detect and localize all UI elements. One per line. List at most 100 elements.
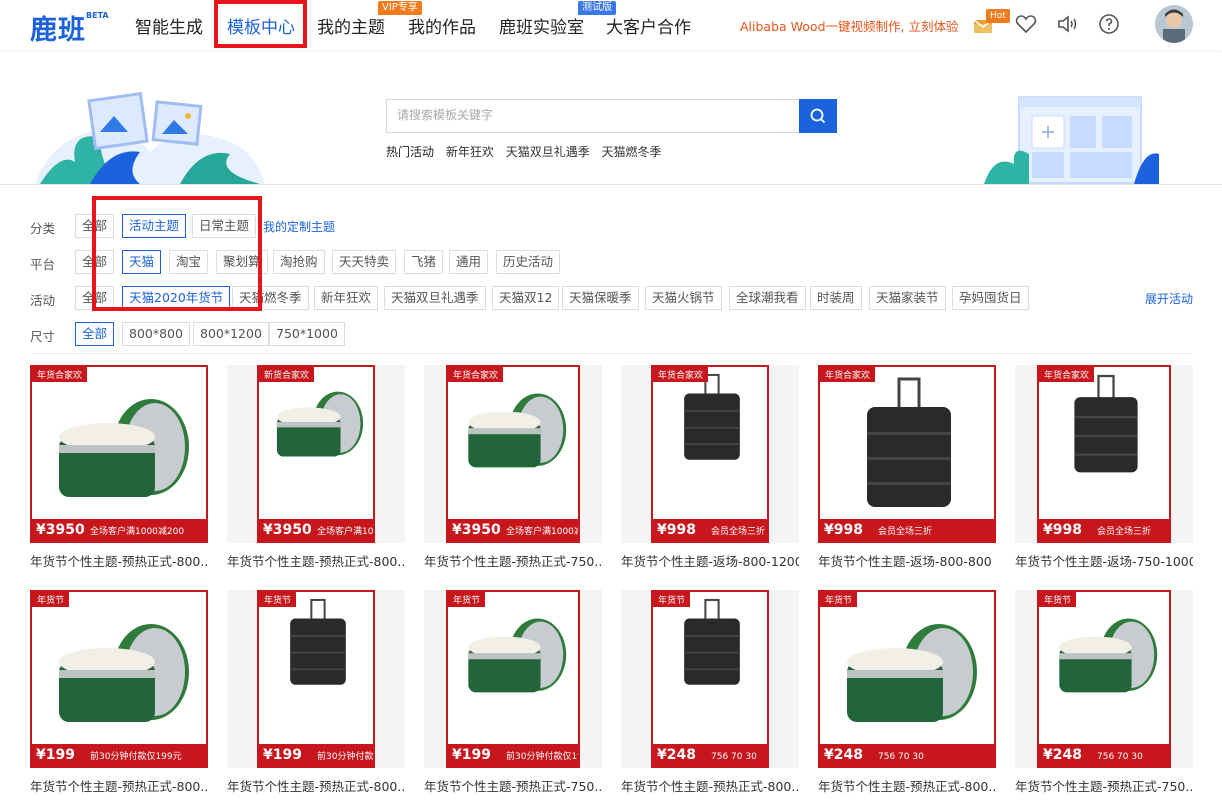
poster-price: ¥199 xyxy=(452,747,491,763)
nav-my-works[interactable]: 我的作品 xyxy=(408,13,476,38)
platform-taoqianggou[interactable]: 淘抢购 xyxy=(273,250,325,274)
platform-history[interactable]: 历史活动 xyxy=(496,250,561,274)
avatar[interactable] xyxy=(1155,5,1193,43)
poster-price: ¥998 xyxy=(824,522,863,538)
template-card[interactable]: 年货节 ¥199 前30分钟付款仅199元年货节个性主题-预热正式-800... xyxy=(30,590,208,794)
size-all[interactable]: 全部 xyxy=(75,322,115,346)
template-thumbnail[interactable]: 年货合家欢 ¥3950 全场客户满1000减200 xyxy=(30,365,208,543)
activity-shuangdan[interactable]: 天猫双旦礼遇季 xyxy=(384,286,486,310)
template-thumbnail[interactable]: 年货节 ¥248 756 70 30 xyxy=(818,590,996,768)
template-thumbnail[interactable]: 年货合家欢 ¥998 会员全场三折 xyxy=(1015,365,1193,543)
template-title[interactable]: 年货节个性主题-返场-800-800 xyxy=(818,551,996,570)
template-title[interactable]: 年货节个性主题-预热正式-750... xyxy=(424,776,602,795)
template-title[interactable]: 年货节个性主题-返场-800-1200 xyxy=(621,551,799,570)
template-thumbnail[interactable]: 年货节 ¥199 前30分钟付款仅199元 xyxy=(227,590,405,768)
beta-badge: BETA xyxy=(86,11,109,20)
nav-my-themes[interactable]: 我的主题 xyxy=(317,13,385,38)
promo-link[interactable]: Alibaba Wood一键视频制作, 立刻体验 xyxy=(740,16,958,35)
activity-double12[interactable]: 天猫双12 xyxy=(492,286,560,310)
heart-icon[interactable] xyxy=(1014,12,1038,36)
activity-warm-season[interactable]: 天猫保暖季 xyxy=(562,286,639,310)
poster-price-bar: ¥998 会员全场三折 xyxy=(820,519,994,541)
platform-tiantiantemai[interactable]: 天天特卖 xyxy=(332,250,397,274)
nav-smart-generate[interactable]: 智能生成 xyxy=(135,13,203,38)
template-card[interactable]: 年货节 ¥199 前30分钟付款仅199元年货节个性主题-预热正式-800... xyxy=(227,590,405,794)
template-thumbnail[interactable]: 年货节 ¥199 前30分钟付款仅199元 xyxy=(424,590,602,768)
template-card[interactable]: 年货节 ¥248 756 70 30 年货节个性主题-预热正式-800... xyxy=(818,590,996,794)
poster-price: ¥3950 xyxy=(36,522,85,538)
poster-price-bar: ¥998 会员全场三折 xyxy=(653,519,767,541)
template-title[interactable]: 年货节个性主题-预热正式-750... xyxy=(424,551,602,570)
logo[interactable]: 鹿班 xyxy=(30,8,86,47)
expand-activities-link[interactable]: 展开活动 xyxy=(1145,290,1193,307)
poster-price: ¥998 xyxy=(657,522,696,538)
platform-general[interactable]: 通用 xyxy=(449,250,489,274)
activity-global-trend[interactable]: 全球潮我看 xyxy=(729,286,806,310)
template-thumbnail[interactable]: 年货节 ¥248 756 70 30 xyxy=(1015,590,1193,768)
poster-promo-text: 前30分钟付款仅199元 xyxy=(317,752,374,762)
activity-hotpot[interactable]: 天猫火锅节 xyxy=(645,286,722,310)
poster-price-bar: ¥3950 全场客户满1000减200 xyxy=(32,519,206,541)
template-card[interactable]: 年货合家欢 ¥998 会员全场三折 年货节个性主题-返场-800-800 xyxy=(818,365,996,569)
template-title[interactable]: 年货节个性主题-返场-750-1000 xyxy=(1015,551,1193,570)
template-card[interactable]: 年货合家欢 ¥998 会员全场三折 年货节个性主题-返场-750-1000 xyxy=(1015,365,1193,569)
search-input[interactable] xyxy=(387,100,807,130)
cream-jar-icon xyxy=(468,618,567,693)
poster-price: ¥248 xyxy=(1043,747,1082,763)
template-thumbnail[interactable]: 年货合家欢 ¥3950 全场客户满1000减200 xyxy=(424,365,602,543)
template-title[interactable]: 年货节个性主题-预热正式-800... xyxy=(227,551,405,570)
template-thumbnail[interactable]: 新货合家欢 ¥3950 全场客户满1000减200 xyxy=(227,365,405,543)
size-800x1200[interactable]: 800*1200 xyxy=(193,322,269,346)
template-thumbnail[interactable]: 年货合家欢 ¥998 会员全场三折 xyxy=(621,365,799,543)
poster-tag: 年货合家欢 xyxy=(820,367,876,382)
activity-home-deco[interactable]: 天猫家装节 xyxy=(869,286,946,310)
poster-promo-text: 全场客户满1000减200 xyxy=(506,527,578,537)
search-button[interactable] xyxy=(799,99,837,133)
suitcase-icon xyxy=(684,373,740,460)
poster-price: ¥3950 xyxy=(452,522,501,538)
template-title[interactable]: 年货节个性主题-预热正式-800... xyxy=(30,551,208,570)
template-title[interactable]: 年货节个性主题-预热正式-800... xyxy=(227,776,405,795)
poster-price: ¥199 xyxy=(263,747,302,763)
template-card[interactable]: 年货节 ¥248 756 70 30 年货节个性主题-预热正式-750... xyxy=(1015,590,1193,794)
template-poster: 年货合家欢 ¥3950 全场客户满1000减200 xyxy=(30,365,208,543)
template-card[interactable]: 新货合家欢 ¥3950 全场客户满1000减200 年货节个性主题-预热正式-800.… xyxy=(227,365,405,569)
size-800x800[interactable]: 800*800 xyxy=(122,322,190,346)
hot-tag[interactable]: 新年狂欢 xyxy=(446,145,494,159)
hot-tag[interactable]: 天猫燃冬季 xyxy=(602,145,662,159)
speaker-icon[interactable] xyxy=(1056,12,1080,36)
poster-tag: 年货合家欢 xyxy=(32,367,88,382)
template-title[interactable]: 年货节个性主题-预热正式-800... xyxy=(818,776,996,795)
activity-new-year[interactable]: 新年狂欢 xyxy=(314,286,379,310)
template-title[interactable]: 年货节个性主题-预热正式-800... xyxy=(621,776,799,795)
poster-tag: 年货节 xyxy=(448,592,486,607)
template-thumbnail[interactable]: 年货节 ¥199 前30分钟付款仅199元 xyxy=(30,590,208,768)
poster-price-bar: ¥248 756 70 30 xyxy=(1039,744,1169,766)
template-card[interactable]: 年货节 ¥248 756 70 30 年货节个性主题-预热正式-800... xyxy=(621,590,799,794)
highlight-box-filters xyxy=(92,196,262,311)
nav-lab[interactable]: 鹿班实验室 xyxy=(499,13,584,38)
platform-fliggy[interactable]: 飞猪 xyxy=(404,250,444,274)
poster-tag: 年货节 xyxy=(32,592,70,607)
template-title[interactable]: 年货节个性主题-预热正式-750... xyxy=(1015,776,1193,795)
poster-tag: 年货合家欢 xyxy=(1039,367,1095,382)
size-filter: 尺寸 全部 800*800 800*1200 750*1000 xyxy=(30,322,1195,346)
cream-jar-icon xyxy=(1059,618,1158,693)
nav-enterprise[interactable]: 大客户合作 xyxy=(606,13,691,38)
custom-theme-link[interactable]: 我的定制主题 xyxy=(263,218,335,235)
template-card[interactable]: 年货合家欢 ¥3950 全场客户满1000减200 年货节个性主题-预热正式-750.… xyxy=(424,365,602,569)
template-card[interactable]: 年货节 ¥199 前30分钟付款仅199元年货节个性主题-预热正式-750... xyxy=(424,590,602,794)
poster-price: ¥998 xyxy=(1043,522,1082,538)
template-card[interactable]: 年货合家欢 ¥3950 全场客户满1000减200 年货节个性主题-预热正式-800.… xyxy=(30,365,208,569)
template-thumbnail[interactable]: 年货合家欢 ¥998 会员全场三折 xyxy=(818,365,996,543)
template-thumbnail[interactable]: 年货节 ¥248 756 70 30 xyxy=(621,590,799,768)
activity-fashion-week[interactable]: 时装周 xyxy=(810,286,862,310)
hero-illustration-left xyxy=(35,92,265,184)
activity-maternity[interactable]: 孕妈囤货日 xyxy=(952,286,1029,310)
template-card[interactable]: 年货合家欢 ¥998 会员全场三折年货节个性主题-返场-800-1200 xyxy=(621,365,799,569)
hot-tag[interactable]: 天猫双旦礼遇季 xyxy=(506,145,590,159)
help-icon[interactable] xyxy=(1097,12,1121,36)
size-750x1000[interactable]: 750*1000 xyxy=(269,322,345,346)
template-title[interactable]: 年货节个性主题-预热正式-800... xyxy=(30,776,208,795)
top-header: 鹿班 BETA 智能生成 模板中心 我的主题 VIP专享 我的作品 鹿班实验室 … xyxy=(0,0,1222,50)
